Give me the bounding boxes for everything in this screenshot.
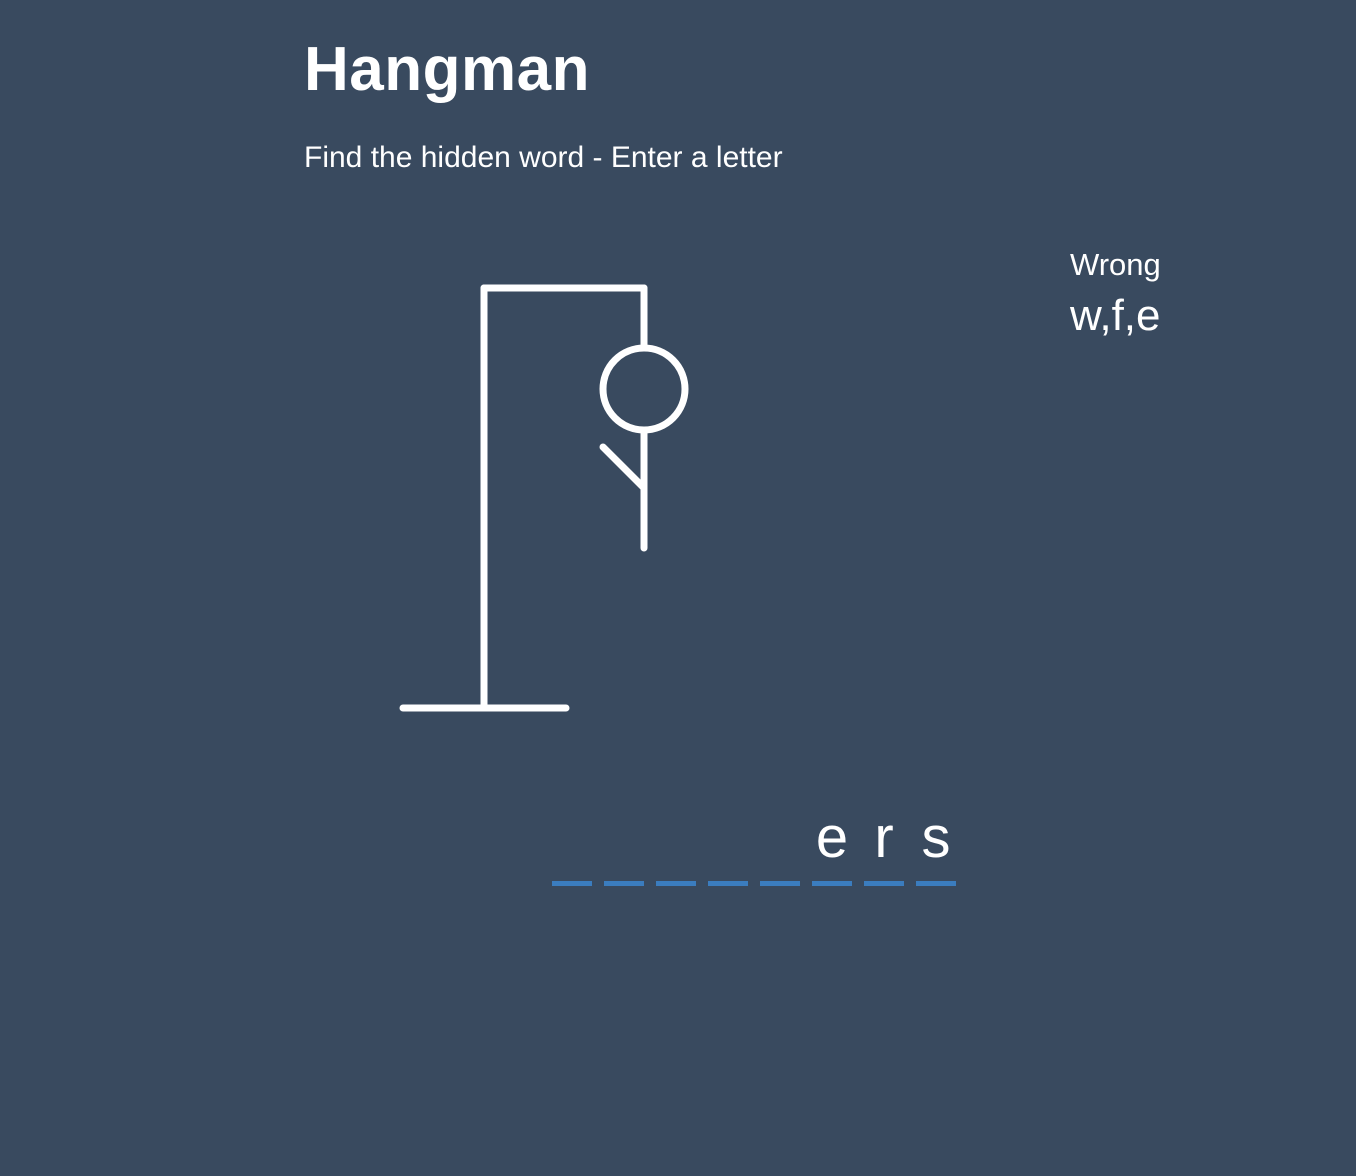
slot-dash [552,881,592,886]
slot-dash [864,881,904,886]
slot-letter: e [815,805,849,870]
slot-dash [760,881,800,886]
figure-head [599,344,689,434]
letter-slot: r [864,806,904,886]
slot-dash [708,881,748,886]
wrong-letters: w,f,e [1070,291,1161,340]
slot-dash [916,881,956,886]
figure-left-arm [599,443,648,492]
slot-dash [604,881,644,886]
hangman-drawing [399,284,689,712]
hidden-word: e r s [552,806,956,886]
wrong-letters-panel: Wrong w,f,e [1070,246,1210,342]
slot-dash [812,881,852,886]
letter-slot [708,806,748,886]
slot-dash [656,881,696,886]
slot-letter: r [874,805,894,870]
hangman-game: Hangman Find the hidden word - Enter a l… [0,0,1356,1176]
wrong-label: Wrong [1070,247,1161,282]
slot-letter: s [921,805,951,870]
letter-slot: s [916,806,956,886]
letter-slot [604,806,644,886]
letter-slot: e [812,806,852,886]
letter-slot [552,806,592,886]
letter-slot [656,806,696,886]
letter-slot [760,806,800,886]
